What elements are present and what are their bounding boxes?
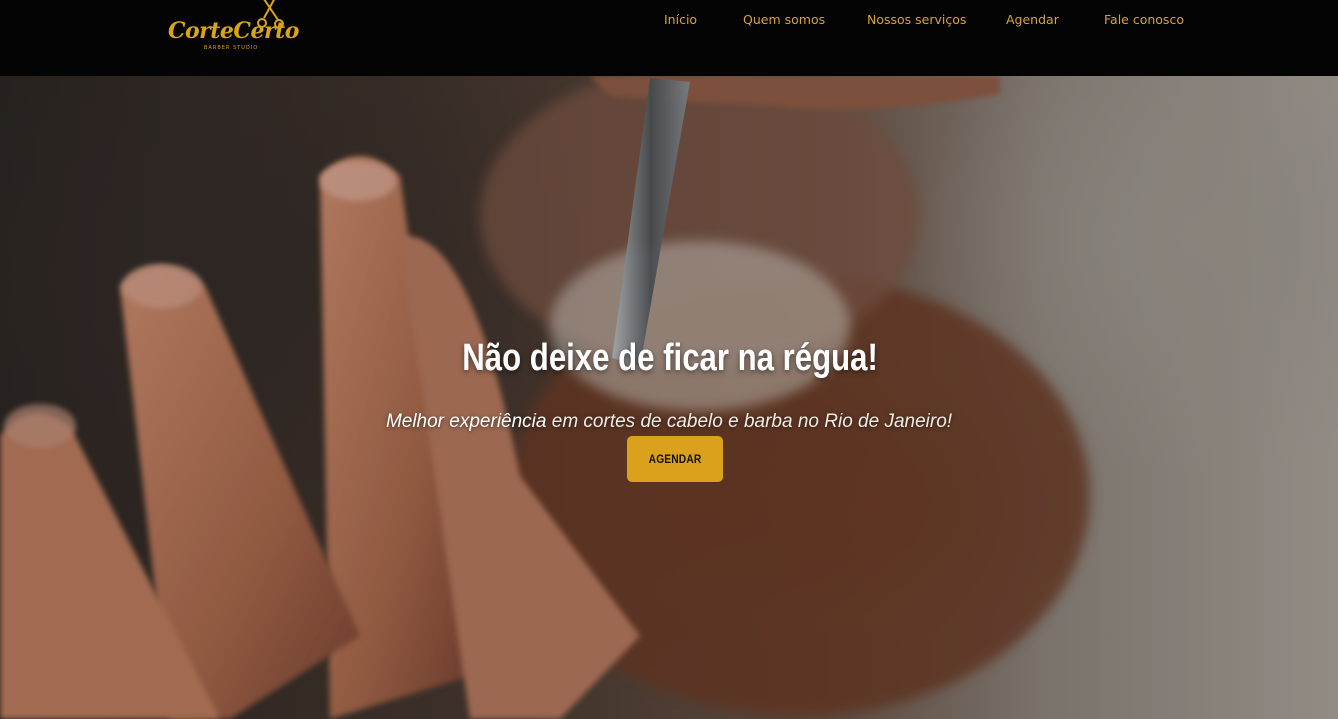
hero-headline: Não deixe de ficar na régua! — [462, 337, 878, 380]
hero-subline-text: em cortes de cabelo e barba no Rio de Ja… — [546, 411, 953, 432]
hero-subline: Melhor experiência em cortes de cabelo e… — [0, 411, 1338, 433]
nav-link-nossos-servicos[interactable]: Nossos serviços — [867, 12, 966, 27]
hero-overlay — [0, 76, 1338, 719]
agendar-button[interactable]: AGENDAR — [627, 436, 723, 482]
hero-subline-emphasis: Melhor experiência — [385, 411, 547, 432]
scissors-icon — [257, 0, 284, 29]
hero-section: Não deixe de ficar na régua! Melhor expe… — [0, 76, 1338, 719]
top-navbar: CorteCerto BARBER STUDIO Início Quem som… — [0, 0, 1338, 76]
agendar-button-label: AGENDAR — [648, 452, 702, 466]
nav-link-quem-somos[interactable]: Quem somos — [743, 12, 825, 27]
nav-link-agendar[interactable]: Agendar — [1006, 12, 1059, 27]
nav-link-fale-conosco[interactable]: Fale conosco — [1104, 12, 1184, 27]
nav-link-inicio[interactable]: Início — [664, 12, 697, 27]
brand-logo[interactable]: CorteCerto BARBER STUDIO — [166, 0, 299, 56]
logo-subtext: BARBER STUDIO — [204, 45, 259, 51]
